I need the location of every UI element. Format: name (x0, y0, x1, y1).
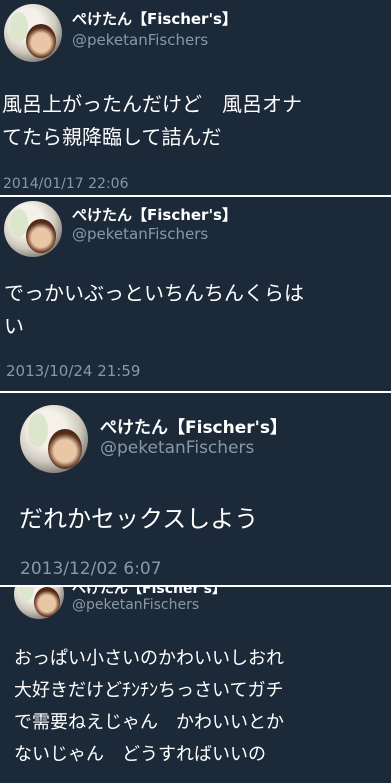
tweet-timestamp[interactable]: 2014/01/17 22:06 (3, 176, 129, 192)
tweet-card[interactable]: ぺけたん【Fischer's】 @peketanFischers でっかいぶっと… (0, 197, 391, 391)
avatar-face (48, 429, 82, 469)
avatar[interactable] (4, 201, 62, 257)
user-handle[interactable]: @peketanFischers (72, 31, 208, 49)
avatar[interactable] (20, 405, 88, 473)
tweet-text: 風呂上がったんだけど 風呂オナ てたら親降臨して詰んだ (2, 92, 302, 149)
tweet-text: おっぱい小さいのかわいいしおれ 大好きだけどﾁﾝﾁﾝちっさいてガチ で需要ねえじ… (14, 648, 284, 765)
avatar[interactable] (4, 4, 62, 62)
tweet-card[interactable]: ぺけたん【Fischer's】 @peketanFischers だれかセックス… (0, 393, 391, 585)
user-handle[interactable]: @peketanFischers (72, 225, 208, 243)
avatar-face (34, 587, 60, 617)
avatar-decoration (19, 587, 34, 601)
avatar-face (26, 24, 56, 58)
display-name[interactable]: ぺけたん【Fischer's】 (72, 204, 237, 225)
avatar[interactable] (14, 587, 64, 619)
tweet-card[interactable]: ぺけたん【Fischer's】 @peketanFischers 風呂上がったん… (0, 0, 391, 195)
tweet-timestamp[interactable]: 2013/10/24 21:59 (6, 362, 140, 380)
user-handle[interactable]: @peketanFischers (72, 597, 199, 613)
tweet-text: だれかセックスしよう (19, 505, 259, 533)
tweet-text: でっかいぶっといちんちんくらは い (4, 281, 304, 338)
tweet-card[interactable]: ぺけたん【Fischer's】 @peketanFischers おっぱい小さい… (0, 587, 391, 783)
display-name[interactable]: ぺけたん【Fischer's】 (100, 413, 287, 438)
tweet-timestamp[interactable]: 2013/12/02 6:07 (20, 559, 162, 579)
display-name[interactable]: ぺけたん【Fischer's】 (72, 8, 237, 29)
avatar-decoration (28, 413, 48, 447)
user-handle[interactable]: @peketanFischers (100, 438, 254, 458)
avatar-face (26, 219, 56, 253)
